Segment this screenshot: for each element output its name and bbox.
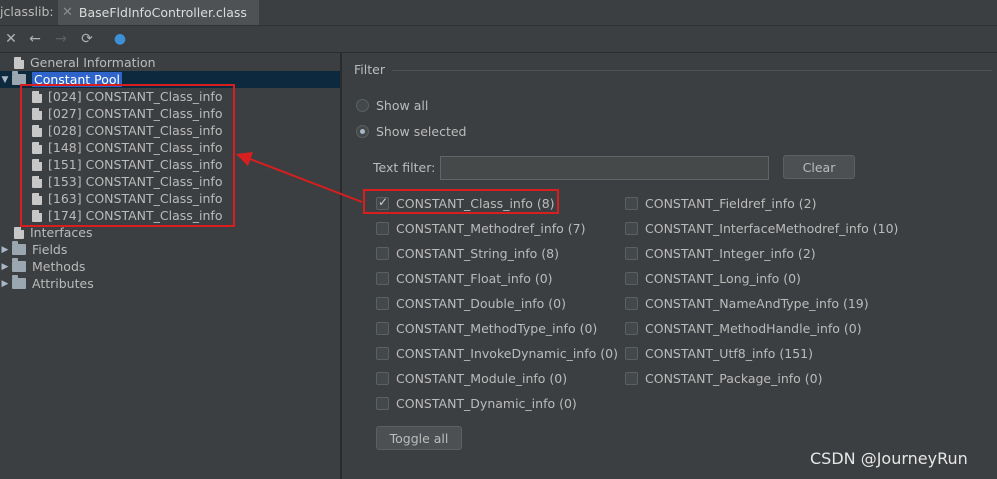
watermark: CSDN @JourneyRun xyxy=(810,449,968,468)
annotation-arrow xyxy=(236,152,363,203)
